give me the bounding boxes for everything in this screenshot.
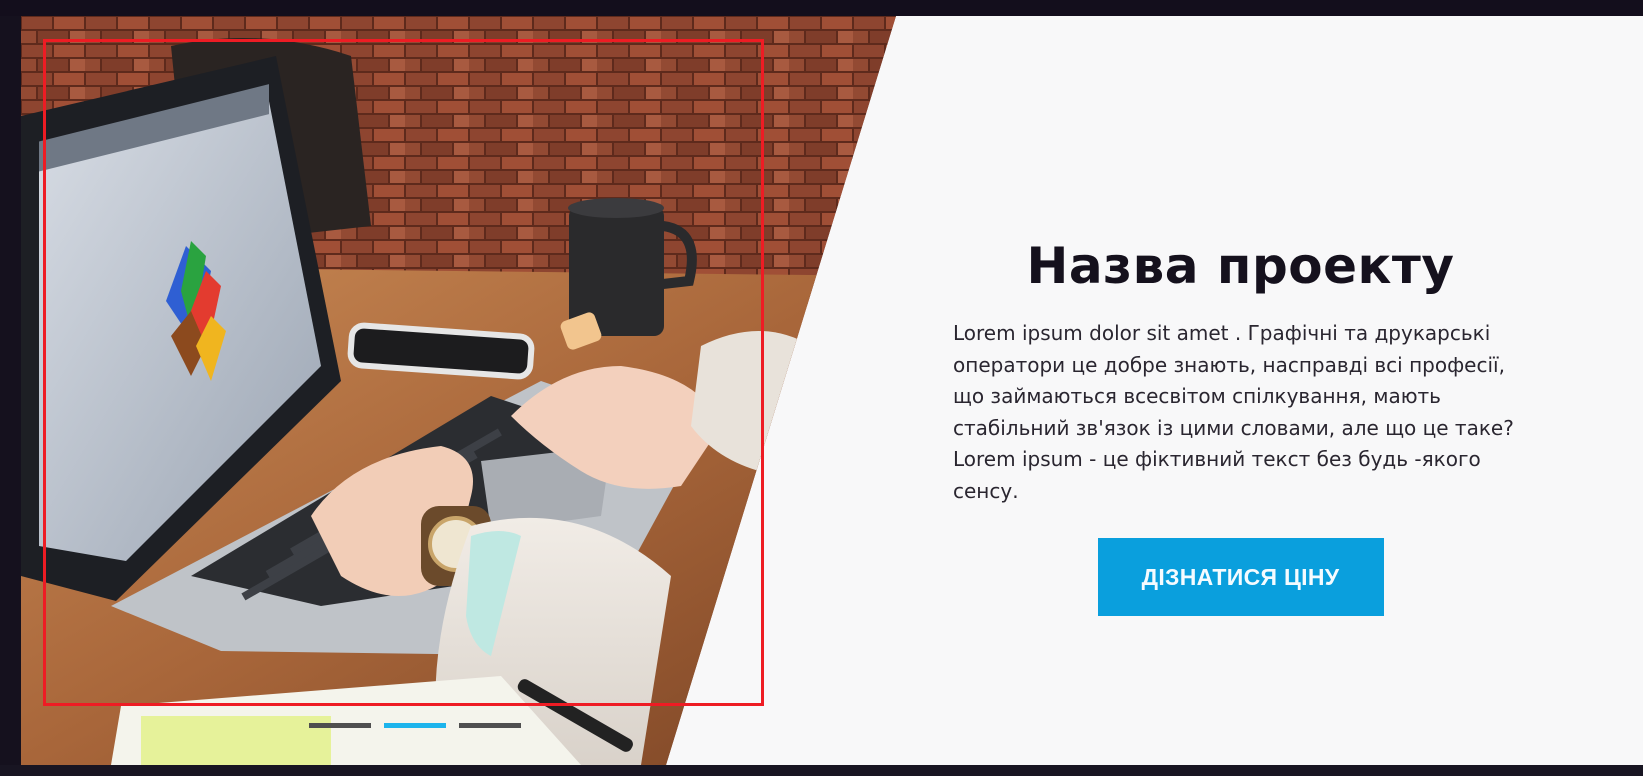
- top-bar: [0, 0, 1643, 16]
- laptop-photo-illustration: [21, 16, 896, 765]
- carousel-dot-1[interactable]: [309, 723, 371, 728]
- project-title: Назва проекту: [1026, 237, 1455, 295]
- bottom-bar: [0, 765, 1643, 776]
- hero-slide: Назва проекту Lorem ipsum dolor sit amet…: [21, 16, 1643, 765]
- get-price-button[interactable]: ДІЗНАТИСЯ ЦІНУ: [1097, 538, 1384, 616]
- slide-content: Назва проекту Lorem ipsum dolor sit amet…: [953, 236, 1528, 616]
- carousel-dot-2[interactable]: [384, 723, 446, 728]
- hero-photo: [21, 16, 896, 765]
- carousel-dot-3[interactable]: [459, 723, 521, 728]
- carousel-indicators: [309, 723, 521, 728]
- project-description: Lorem ipsum dolor sit amet . Графічні та…: [953, 321, 1514, 503]
